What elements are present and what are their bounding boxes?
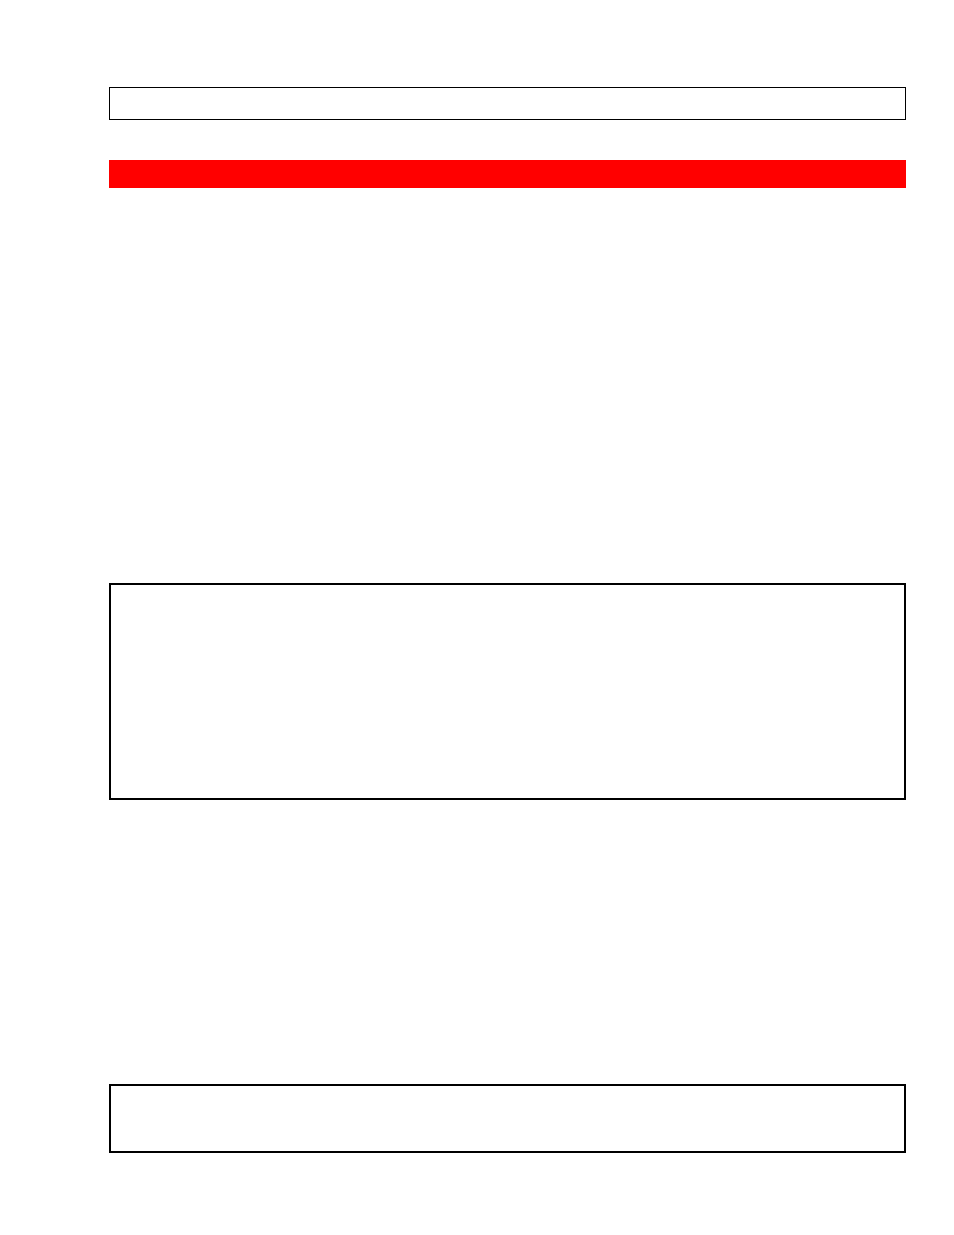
document-page — [0, 0, 954, 1235]
outlined-box-middle — [109, 583, 906, 800]
outlined-box-bottom — [109, 1084, 906, 1153]
red-bar — [109, 160, 906, 188]
outlined-box-top — [109, 87, 906, 120]
